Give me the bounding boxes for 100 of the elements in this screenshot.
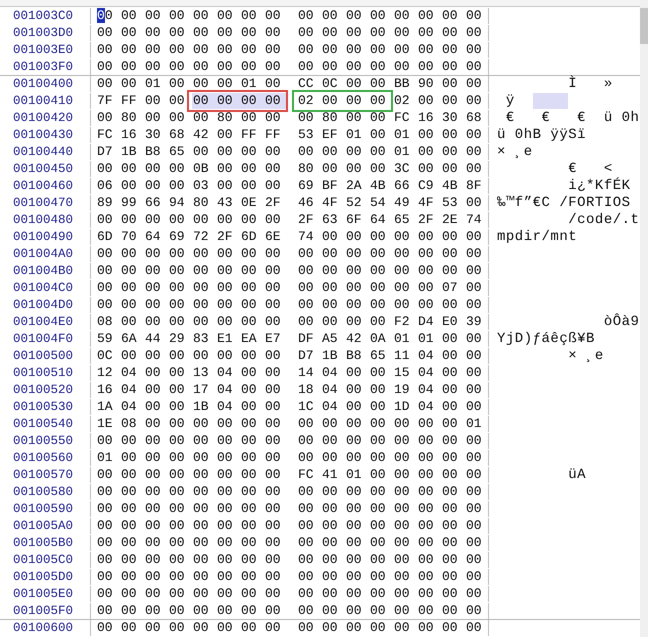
hex-byte[interactable]: 00: [417, 25, 441, 41]
hex-byte[interactable]: 00: [144, 484, 168, 500]
hex-byte[interactable]: 00: [120, 569, 144, 585]
hex-byte[interactable]: 00: [240, 518, 264, 534]
hex-byte[interactable]: 00: [192, 569, 216, 585]
hex-byte[interactable]: E7: [264, 331, 288, 347]
hex-byte[interactable]: 00: [192, 535, 216, 551]
hex-byte[interactable]: 07: [441, 280, 465, 296]
hex-byte[interactable]: 00: [321, 42, 345, 58]
hex-byte[interactable]: 00: [168, 603, 192, 619]
hex-byte[interactable]: 00: [321, 501, 345, 517]
hex-byte[interactable]: 00: [345, 518, 369, 534]
hex-byte[interactable]: 00: [369, 42, 393, 58]
hex-byte[interactable]: 00: [120, 484, 144, 500]
hex-byte[interactable]: 00: [120, 603, 144, 619]
hex-byte[interactable]: 00: [417, 484, 441, 500]
hex-byte[interactable]: 00: [240, 620, 264, 636]
hex-byte[interactable]: 00: [417, 518, 441, 534]
scrollbar[interactable]: [640, 0, 648, 637]
hex-byte[interactable]: 8F: [465, 178, 489, 194]
hex-byte[interactable]: 00: [264, 450, 288, 466]
hex-byte[interactable]: 00: [321, 161, 345, 177]
hex-byte[interactable]: 00: [216, 59, 240, 75]
hex-byte[interactable]: 00: [345, 110, 369, 126]
hex-byte[interactable]: 04: [321, 382, 345, 398]
hex-byte[interactable]: 00: [297, 433, 321, 449]
hex-byte[interactable]: 00: [96, 76, 120, 92]
hex-byte[interactable]: 00: [240, 297, 264, 313]
hex-byte[interactable]: 00: [144, 348, 168, 364]
hex-byte[interactable]: EA: [240, 331, 264, 347]
hex-byte[interactable]: 00: [216, 161, 240, 177]
hex-byte[interactable]: 00: [120, 297, 144, 313]
hex-byte[interactable]: 00: [216, 212, 240, 228]
hex-byte[interactable]: FC: [297, 467, 321, 483]
hex-byte[interactable]: 00: [192, 212, 216, 228]
hex-byte[interactable]: 04: [120, 382, 144, 398]
hex-byte[interactable]: 00: [417, 416, 441, 432]
hex-byte[interactable]: 00: [120, 314, 144, 330]
hex-byte[interactable]: 00: [393, 586, 417, 602]
hex-byte[interactable]: 03: [192, 178, 216, 194]
hex-byte[interactable]: A5: [321, 331, 345, 347]
hex-byte[interactable]: 00: [216, 297, 240, 313]
hex-byte[interactable]: 65: [369, 348, 393, 364]
hex-byte[interactable]: 00: [264, 382, 288, 398]
hex-byte[interactable]: 00: [441, 586, 465, 602]
hex-byte[interactable]: 42: [192, 127, 216, 143]
hex-byte[interactable]: 00: [264, 603, 288, 619]
hex-byte[interactable]: 00: [264, 586, 288, 602]
hex-byte[interactable]: 00: [96, 161, 120, 177]
hex-byte[interactable]: 00: [345, 25, 369, 41]
hex-byte[interactable]: 0C: [321, 76, 345, 92]
hex-byte[interactable]: 00: [264, 8, 288, 24]
hex-byte[interactable]: 69: [297, 178, 321, 194]
hex-byte[interactable]: 00: [297, 518, 321, 534]
hex-byte[interactable]: 83: [192, 331, 216, 347]
hex-byte[interactable]: 11: [393, 348, 417, 364]
hex-byte[interactable]: 00: [240, 416, 264, 432]
hex-byte[interactable]: 00: [465, 467, 489, 483]
hex-byte[interactable]: 74: [297, 229, 321, 245]
hex-byte[interactable]: 00: [96, 586, 120, 602]
hex-byte[interactable]: 2F: [297, 212, 321, 228]
hex-byte[interactable]: 00: [240, 314, 264, 330]
hex-byte[interactable]: 00: [345, 161, 369, 177]
hex-byte[interactable]: 00: [321, 280, 345, 296]
hex-byte[interactable]: 2F: [216, 229, 240, 245]
hex-byte[interactable]: 00: [321, 450, 345, 466]
hex-byte[interactable]: 00: [297, 8, 321, 24]
hex-byte[interactable]: 00: [240, 484, 264, 500]
hex-byte[interactable]: 00: [120, 76, 144, 92]
hex-byte[interactable]: 00: [417, 229, 441, 245]
hex-byte[interactable]: 6E: [264, 229, 288, 245]
hex-byte[interactable]: 00: [417, 8, 441, 24]
hex-byte[interactable]: 16: [417, 110, 441, 126]
hex-byte[interactable]: 00: [216, 246, 240, 262]
hex-byte[interactable]: 00: [96, 484, 120, 500]
hex-byte[interactable]: 00: [168, 501, 192, 517]
hex-byte[interactable]: 02: [297, 93, 321, 109]
hex-byte[interactable]: 00: [465, 484, 489, 500]
hex-byte[interactable]: 00: [144, 433, 168, 449]
hex-byte[interactable]: 00: [192, 501, 216, 517]
hex-byte[interactable]: 00: [369, 8, 393, 24]
hex-byte[interactable]: 00: [465, 297, 489, 313]
hex-byte[interactable]: 00: [240, 8, 264, 24]
hex-byte[interactable]: 01: [144, 76, 168, 92]
hex-byte[interactable]: 00: [441, 8, 465, 24]
hex-byte[interactable]: 00: [393, 42, 417, 58]
hex-byte[interactable]: 00: [297, 297, 321, 313]
hex-byte[interactable]: 00: [345, 450, 369, 466]
hex-byte[interactable]: 00: [345, 144, 369, 160]
hex-byte[interactable]: 00: [465, 263, 489, 279]
hex-byte[interactable]: 00: [120, 433, 144, 449]
hex-byte[interactable]: 00: [441, 263, 465, 279]
hex-byte[interactable]: 3C: [393, 161, 417, 177]
hex-byte[interactable]: 00: [96, 263, 120, 279]
hex-byte[interactable]: 13: [192, 365, 216, 381]
hex-byte[interactable]: 00: [144, 467, 168, 483]
hex-byte[interactable]: 00: [345, 399, 369, 415]
hex-byte[interactable]: BB: [393, 76, 417, 92]
hex-byte[interactable]: 01: [393, 127, 417, 143]
hex-byte[interactable]: 80: [216, 110, 240, 126]
